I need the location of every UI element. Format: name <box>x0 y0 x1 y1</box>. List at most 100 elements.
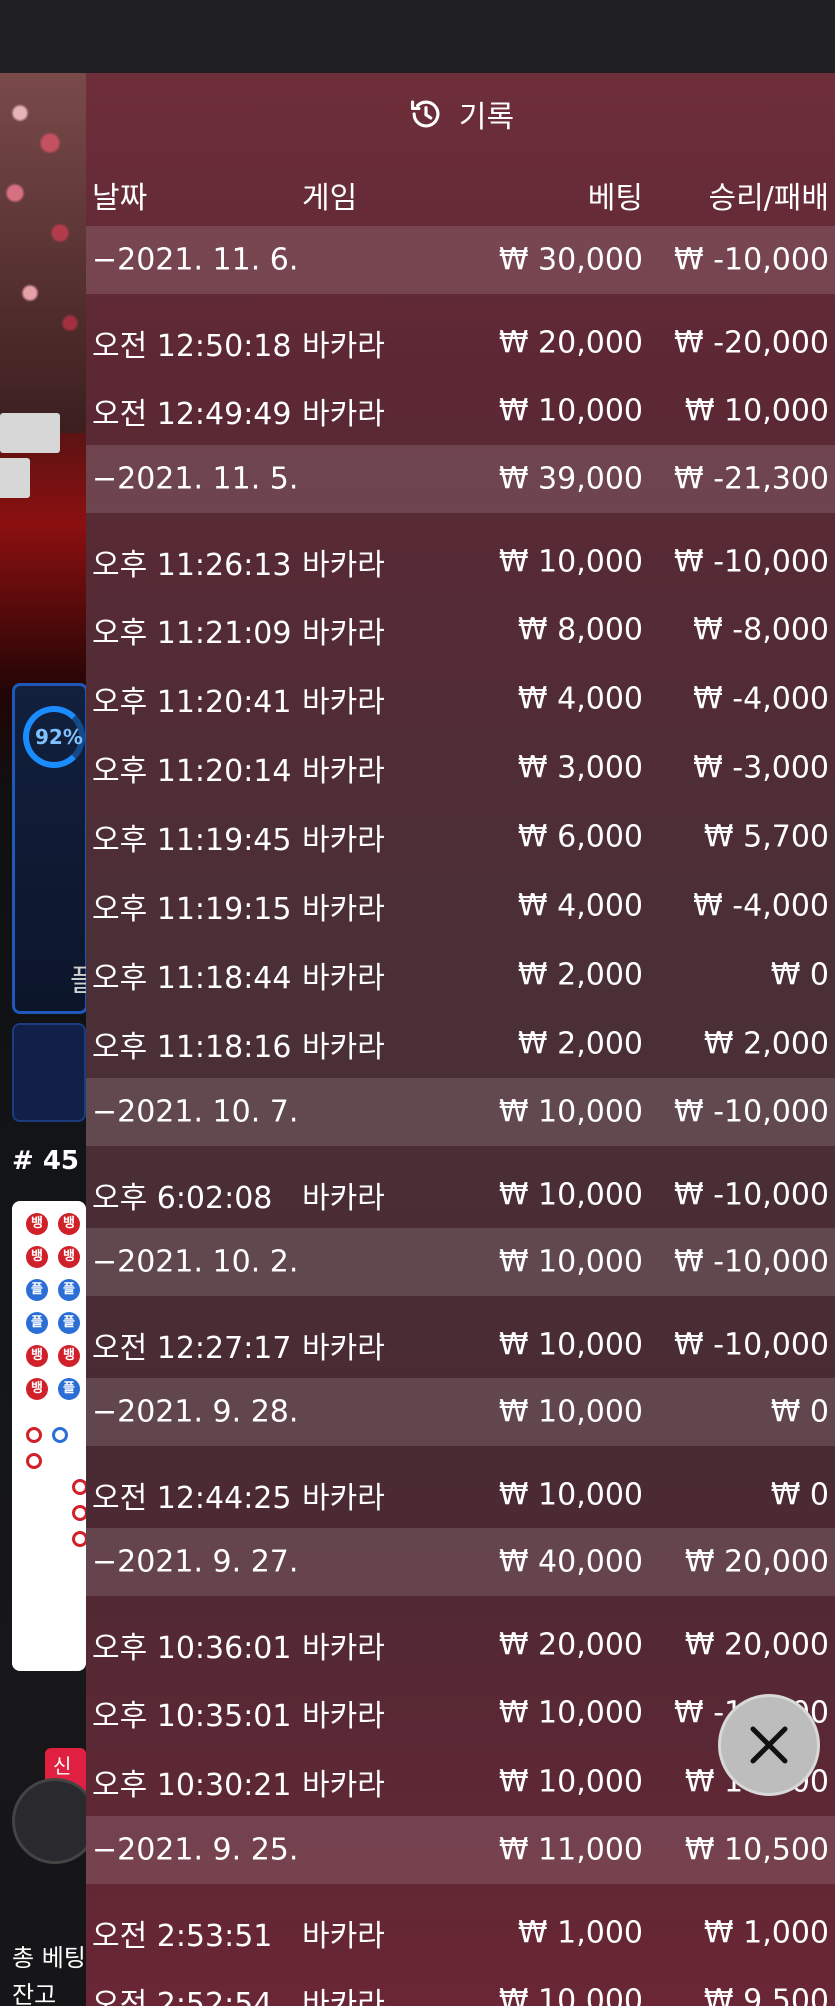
group-win-total: ₩ -10,000 <box>674 242 829 278</box>
history-row[interactable]: 오전 2:53:51 바카라 ₩ 1,000 ₩ 1,000 <box>86 1884 835 1966</box>
column-headers: 날짜 게임 베팅 승리/패배 <box>86 155 835 223</box>
row-win-loss: ₩ -10,000 <box>674 544 829 580</box>
row-game: 바카라 <box>302 1698 385 1734</box>
history-row[interactable]: 오전 12:50:18 바카라 ₩ 20,000 ₩ -20,000 <box>86 294 835 376</box>
row-time: 오후 10:35:01 <box>92 1698 292 1734</box>
road-dot: 뱅 <box>26 1378 48 1400</box>
row-win-loss: ₩ -10,000 <box>674 1327 829 1363</box>
row-bet: ₩ 1,000 <box>517 1915 643 1951</box>
row-bet: ₩ 4,000 <box>517 681 643 716</box>
history-panel: 기록 날짜 게임 베팅 승리/패배 −2021. 11. 6. ₩ 30,000 ₩… <box>86 73 835 2006</box>
row-game: 바카라 <box>302 1331 385 1367</box>
chip-button[interactable] <box>12 1778 86 1864</box>
road-ring <box>26 1427 42 1443</box>
group-bet-total: ₩ 10,000 <box>498 1094 643 1130</box>
row-time: 오전 12:49:49 <box>92 396 292 432</box>
history-row[interactable]: 오후 11:19:45 바카라 ₩ 6,000 ₩ 5,700 <box>86 802 835 871</box>
row-bet: ₩ 10,000 <box>498 1764 643 1799</box>
history-row[interactable]: 오후 11:19:15 바카라 ₩ 4,000 ₩ -4,000 <box>86 871 835 940</box>
header-bet: 베팅 <box>587 181 643 216</box>
stat-ring: 92% <box>23 706 85 768</box>
total-bet-label: 총 베팅 <box>12 1944 86 1972</box>
history-row[interactable]: 오후 10:36:01 바카라 ₩ 20,000 ₩ 20,000 <box>86 1596 835 1678</box>
road-dot: 플 <box>58 1312 80 1334</box>
row-game: 바카라 <box>302 891 385 927</box>
group-win-total: ₩ 0 <box>770 1394 829 1430</box>
row-time: 오전 2:53:51 <box>92 1919 273 1955</box>
date-group-row[interactable]: −2021. 10. 2. ₩ 10,000 ₩ -10,000 <box>86 1228 835 1296</box>
history-row[interactable]: 오전 12:49:49 바카라 ₩ 10,000 ₩ 10,000 <box>86 376 835 445</box>
row-time: 오후 11:18:16 <box>92 1029 292 1065</box>
history-row[interactable]: 오전 12:27:17 바카라 ₩ 10,000 ₩ -10,000 <box>86 1296 835 1378</box>
row-game: 바카라 <box>302 615 385 651</box>
row-time: 오후 11:20:14 <box>92 753 292 789</box>
date-group-row[interactable]: −2021. 9. 28. ₩ 10,000 ₩ 0 <box>86 1378 835 1446</box>
history-row[interactable]: 오후 11:26:13 바카라 ₩ 10,000 ₩ -10,000 <box>86 513 835 595</box>
road-ring <box>72 1531 86 1547</box>
history-row[interactable]: 오후 11:20:41 바카라 ₩ 4,000 ₩ -4,000 <box>86 664 835 733</box>
close-button[interactable] <box>718 1694 820 1796</box>
row-time: 오후 10:30:21 <box>92 1767 292 1803</box>
row-win-loss: ₩ 9,500 <box>703 1983 829 2006</box>
row-win-loss: ₩ 0 <box>770 1477 829 1513</box>
road-dot: 뱅 <box>26 1246 48 1268</box>
history-clock-icon <box>410 100 440 128</box>
group-bet-total: ₩ 11,000 <box>498 1832 643 1868</box>
row-time: 오후 11:19:45 <box>92 822 292 858</box>
row-win-loss: ₩ -3,000 <box>693 750 829 785</box>
stat-peek-label: 플 <box>70 964 86 999</box>
row-win-loss: ₩ -4,000 <box>693 681 829 716</box>
row-game: 바카라 <box>302 1986 385 2006</box>
group-date: −2021. 10. 2. <box>92 1244 299 1280</box>
row-game: 바카라 <box>302 753 385 789</box>
row-bet: ₩ 10,000 <box>498 1695 643 1730</box>
date-group-row[interactable]: −2021. 11. 5. ₩ 39,000 ₩ -21,300 <box>86 445 835 513</box>
history-row[interactable]: 오전 2:52:54 바카라 ₩ 10,000 ₩ 9,500 <box>86 1966 835 2006</box>
group-bet-total: ₩ 40,000 <box>498 1544 643 1580</box>
panel-title: 기록 <box>86 73 835 155</box>
date-group-row[interactable]: −2021. 9. 25. ₩ 11,000 ₩ 10,500 <box>86 1816 835 1884</box>
row-game: 바카라 <box>302 548 385 584</box>
row-win-loss: ₩ 20,000 <box>684 1627 829 1663</box>
row-bet: ₩ 20,000 <box>498 1627 643 1663</box>
history-row[interactable]: 오후 11:21:09 바카라 ₩ 8,000 ₩ -8,000 <box>86 595 835 664</box>
road-ring <box>26 1453 42 1469</box>
panel-title-text: 기록 <box>458 100 515 135</box>
group-date: −2021. 9. 28. <box>92 1394 299 1430</box>
game-backdrop: 92% 플 # 45 뱅 뱅 뱅 뱅 플 플 플 플 뱅 뱅 뱅 플 신규 총 … <box>0 73 86 2006</box>
date-group-row[interactable]: −2021. 11. 6. ₩ 30,000 ₩ -10,000 <box>86 226 835 294</box>
row-time: 오후 10:36:01 <box>92 1631 292 1667</box>
road-dot: 뱅 <box>58 1345 80 1367</box>
road-ring <box>52 1427 68 1443</box>
row-bet: ₩ 10,000 <box>498 1983 643 2006</box>
history-row[interactable]: 오후 11:18:44 바카라 ₩ 2,000 ₩ 0 <box>86 940 835 1009</box>
close-icon <box>750 1726 788 1764</box>
history-row[interactable]: 오후 6:02:08 바카라 ₩ 10,000 ₩ -10,000 <box>86 1146 835 1228</box>
row-game: 바카라 <box>302 1481 385 1517</box>
group-bet-total: ₩ 10,000 <box>498 1394 643 1430</box>
balance-label: 잔고 ₩ <box>12 1975 86 2006</box>
history-row[interactable]: 오후 11:18:16 바카라 ₩ 2,000 ₩ 2,000 <box>86 1009 835 1078</box>
road-dot: 플 <box>58 1378 80 1400</box>
header-game: 게임 <box>302 181 358 216</box>
row-game: 바카라 <box>302 822 385 858</box>
history-row[interactable]: 오전 12:44:25 바카라 ₩ 10,000 ₩ 0 <box>86 1446 835 1528</box>
bet-area-button[interactable] <box>12 1023 86 1122</box>
row-win-loss: ₩ 5,700 <box>703 819 829 854</box>
row-game: 바카라 <box>302 684 385 720</box>
row-win-loss: ₩ 0 <box>770 957 829 992</box>
history-row[interactable]: 오후 11:20:14 바카라 ₩ 3,000 ₩ -3,000 <box>86 733 835 802</box>
row-time: 오후 11:19:15 <box>92 891 292 927</box>
header-win-loss: 승리/패배 <box>708 181 829 216</box>
row-time: 오후 6:02:08 <box>92 1181 273 1217</box>
date-group-row[interactable]: −2021. 10. 7. ₩ 10,000 ₩ -10,000 <box>86 1078 835 1146</box>
group-date: −2021. 9. 27. <box>92 1544 299 1580</box>
row-bet: ₩ 4,000 <box>517 888 643 923</box>
group-win-total: ₩ -10,000 <box>674 1094 829 1130</box>
row-bet: ₩ 10,000 <box>498 1327 643 1363</box>
date-group-row[interactable]: −2021. 9. 27. ₩ 40,000 ₩ 20,000 <box>86 1528 835 1596</box>
group-date: −2021. 11. 6. <box>92 242 299 278</box>
road-dot: 플 <box>26 1279 48 1301</box>
row-game: 바카라 <box>302 329 385 365</box>
row-time: 오후 11:26:13 <box>92 548 292 584</box>
